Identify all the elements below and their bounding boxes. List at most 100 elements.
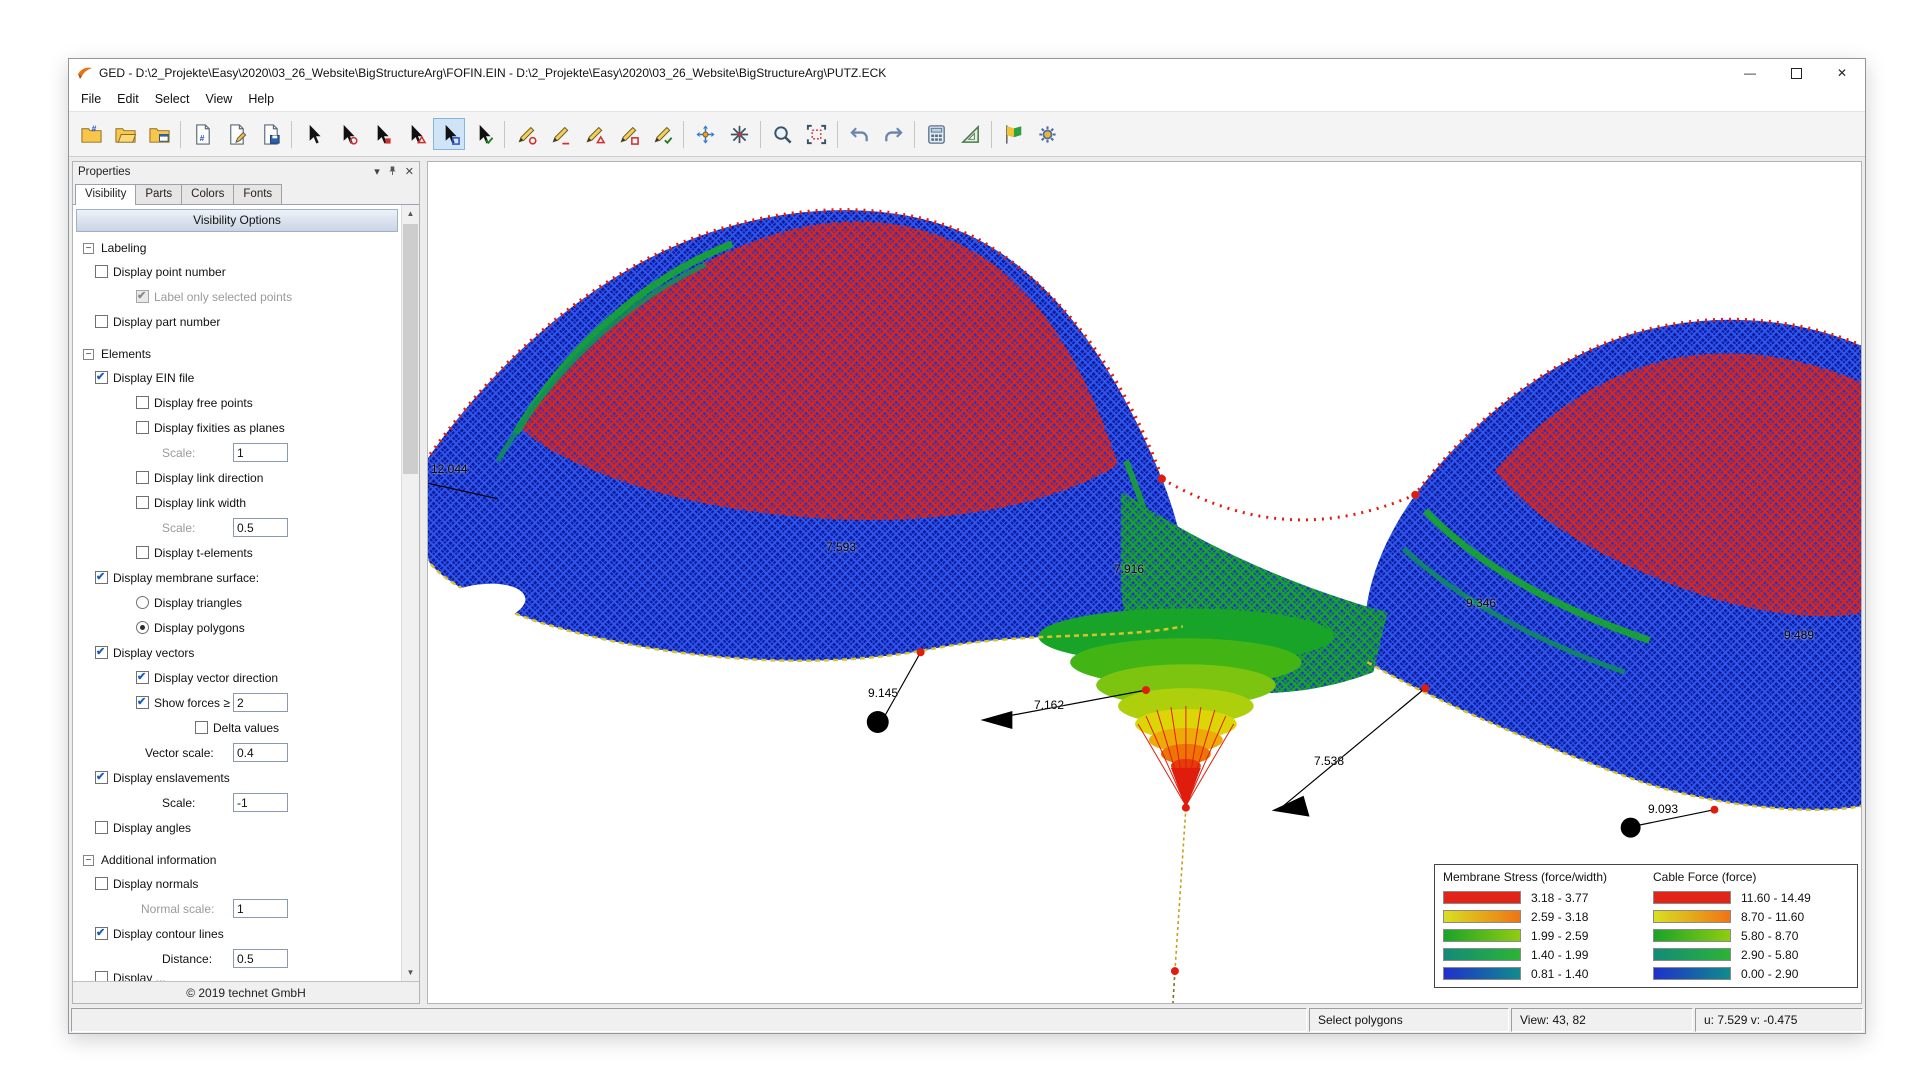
option-label: Distance: xyxy=(162,952,212,966)
draw-edit-icon[interactable] xyxy=(646,118,678,150)
close-button[interactable]: ✕ xyxy=(1819,59,1865,87)
tab-visibility[interactable]: Visibility xyxy=(75,184,136,205)
menu-file[interactable]: File xyxy=(73,89,109,109)
checkbox-delta-values[interactable] xyxy=(195,721,208,734)
scrollbar-thumb[interactable] xyxy=(403,224,418,474)
radio-display-polygons[interactable] xyxy=(136,621,149,634)
tab-colors[interactable]: Colors xyxy=(181,184,234,204)
minimize-button[interactable]: — xyxy=(1727,59,1773,87)
legend-row: 2.59 - 3.18 xyxy=(1443,907,1639,926)
menu-view[interactable]: View xyxy=(197,89,240,109)
legend-color-bar xyxy=(1653,891,1731,904)
select-arrow-icon[interactable] xyxy=(297,118,329,150)
panel-close-icon[interactable]: ✕ xyxy=(405,165,414,178)
input-scale[interactable] xyxy=(233,518,288,537)
select-node-icon[interactable] xyxy=(365,118,397,150)
checkbox-display-angles[interactable] xyxy=(95,821,108,834)
input-show-forces[interactable] xyxy=(233,693,288,712)
calculator-icon[interactable] xyxy=(920,118,952,150)
row-display-vectors: Display vectors xyxy=(73,640,402,665)
app-window: GED - D:\2_Projekte\Easy\2020\03_26_Webs… xyxy=(68,58,1866,1034)
doc-edit-icon[interactable] xyxy=(220,118,252,150)
undo-icon[interactable] xyxy=(843,118,875,150)
draw-line-icon[interactable] xyxy=(544,118,576,150)
legend-color-bar xyxy=(1443,891,1521,904)
tab-fonts[interactable]: Fonts xyxy=(233,184,282,204)
draw-point-icon[interactable] xyxy=(510,118,542,150)
select-edit-icon[interactable] xyxy=(467,118,499,150)
measurement-label: 7.593 xyxy=(826,540,856,554)
panel-menu-icon[interactable]: ▾ xyxy=(374,165,380,178)
zoom-window-icon[interactable] xyxy=(800,118,832,150)
doc-save-icon[interactable] xyxy=(254,118,286,150)
checkbox-display-vector-direction[interactable] xyxy=(136,671,149,684)
menu-edit[interactable]: Edit xyxy=(109,89,147,109)
settings-icon[interactable] xyxy=(1031,118,1063,150)
tab-parts[interactable]: Parts xyxy=(135,184,182,204)
input-normal-scale[interactable] xyxy=(233,899,288,918)
viewport[interactable]: 12.0447.5937.9169.3469.4899.1457.1627.53… xyxy=(427,161,1862,1004)
checkbox-display-normals[interactable] xyxy=(95,877,108,890)
collapse-icon[interactable]: − xyxy=(83,243,94,254)
menu-help[interactable]: Help xyxy=(240,89,282,109)
checkbox-show-forces[interactable] xyxy=(136,696,149,709)
row-distance: Distance: xyxy=(73,946,402,971)
checkbox-display-ein-file[interactable] xyxy=(95,371,108,384)
checkbox-display-link-width[interactable] xyxy=(136,496,149,509)
input-distance[interactable] xyxy=(233,949,288,968)
checkbox-display-membrane-surface[interactable] xyxy=(95,571,108,584)
zoom-icon[interactable] xyxy=(766,118,798,150)
open-hash-icon[interactable]: # xyxy=(75,118,107,150)
section-labeling: −Labeling xyxy=(73,237,402,259)
option-label: Scale: xyxy=(162,446,195,460)
open-window-icon[interactable] xyxy=(143,118,175,150)
explode-icon[interactable] xyxy=(723,118,755,150)
open-folder-icon[interactable] xyxy=(109,118,141,150)
input-scale[interactable] xyxy=(233,793,288,812)
redo-icon[interactable] xyxy=(877,118,909,150)
panel-body: Visibility Options −LabelingDisplay poin… xyxy=(73,205,419,981)
checkbox-display-link-direction[interactable] xyxy=(136,471,149,484)
panel-scrollbar[interactable]: ▲ ▼ xyxy=(401,205,419,981)
scroll-down-icon[interactable]: ▼ xyxy=(402,964,419,981)
checkbox-display-fixities-as-planes[interactable] xyxy=(136,421,149,434)
select-triangle-icon[interactable] xyxy=(399,118,431,150)
draw-square-icon[interactable] xyxy=(612,118,644,150)
legend-title: Membrane Stress (force/width) xyxy=(1443,870,1639,884)
menu-select[interactable]: Select xyxy=(147,89,198,109)
row-display-link-width: Display link width xyxy=(73,490,402,515)
doc-hash-icon[interactable]: # xyxy=(186,118,218,150)
checkbox-display-part-number[interactable] xyxy=(95,315,108,328)
checkbox-display-free-points[interactable] xyxy=(136,396,149,409)
checkbox-display-vectors[interactable] xyxy=(95,646,108,659)
transform-icon[interactable] xyxy=(689,118,721,150)
measurement-label: 9.093 xyxy=(1648,802,1678,816)
input-scale[interactable] xyxy=(233,443,288,462)
flag-icon[interactable] xyxy=(997,118,1029,150)
collapse-icon[interactable]: − xyxy=(83,855,94,866)
option-label: Display ... xyxy=(113,971,166,981)
checkbox-label-only-selected-points[interactable] xyxy=(136,290,149,303)
pin-icon[interactable] xyxy=(388,166,397,178)
svg-text:#: # xyxy=(199,133,204,143)
checkbox-display-enslavements[interactable] xyxy=(95,771,108,784)
legend-range: 11.60 - 14.49 xyxy=(1741,891,1811,905)
option-label: Display link width xyxy=(154,496,246,510)
select-polygon-icon[interactable] xyxy=(433,118,465,150)
checkbox-display-contour-lines[interactable] xyxy=(95,927,108,940)
radio-display-triangles[interactable] xyxy=(136,596,149,609)
measure-icon[interactable] xyxy=(954,118,986,150)
select-point-icon[interactable] xyxy=(331,118,363,150)
maximize-button[interactable] xyxy=(1773,59,1819,87)
collapse-icon[interactable]: − xyxy=(83,349,94,360)
title-bar[interactable]: GED - D:\2_Projekte\Easy\2020\03_26_Webs… xyxy=(69,59,1865,87)
draw-triangle-icon[interactable] xyxy=(578,118,610,150)
row-display-normals: Display normals xyxy=(73,871,402,896)
scroll-up-icon[interactable]: ▲ xyxy=(402,205,419,222)
checkbox-display-t-elements[interactable] xyxy=(136,546,149,559)
checkbox-display-point-number[interactable] xyxy=(95,265,108,278)
checkbox-display[interactable] xyxy=(95,971,108,981)
toolbar-separator xyxy=(180,121,181,148)
input-vector-scale[interactable] xyxy=(233,743,288,762)
properties-panel: Properties ▾ ✕ VisibilityPartsColorsFont… xyxy=(72,161,420,1004)
